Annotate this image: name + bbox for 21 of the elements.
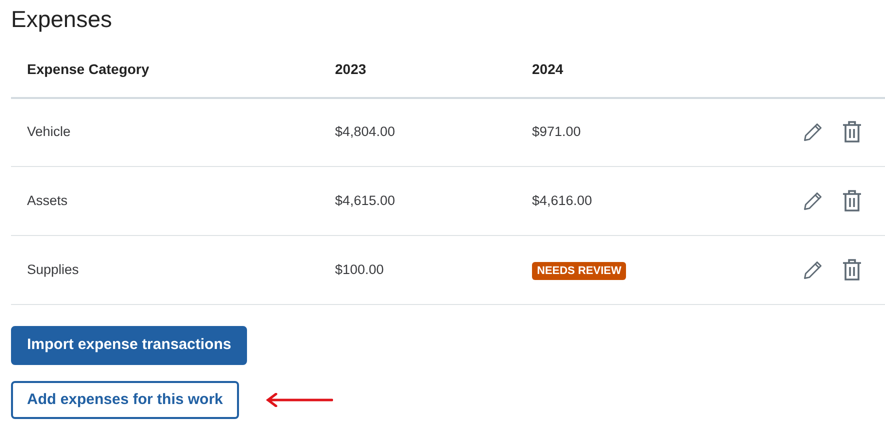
table-cell: $4,615.00 [335, 192, 396, 208]
table-cell: $100.00 [335, 262, 384, 277]
pencil-icon [802, 121, 824, 144]
page-title: Expenses [11, 6, 114, 34]
table-cell: Supplies [27, 262, 79, 277]
table-cell: $4,616.00 [532, 192, 592, 208]
add-expenses-button[interactable]: Add expenses for this work [11, 380, 239, 420]
import-button[interactable]: Import expense transactions [11, 326, 248, 365]
table-cell: $971.00 [532, 124, 581, 140]
trash-icon [842, 258, 862, 282]
pencil-icon [802, 190, 824, 212]
table-cell: Assets [27, 192, 68, 208]
trash-icon [842, 189, 862, 214]
column-header: Expense Category [27, 60, 150, 77]
trash-icon [842, 120, 862, 144]
column-header: 2024 [532, 60, 564, 77]
status-tag: NEEDS REVIEW [532, 262, 626, 280]
pencil-icon [802, 259, 824, 282]
column-header: 2023 [335, 60, 366, 77]
table-cell: $4,804.00 [335, 124, 396, 140]
table-cell: Vehicle [27, 124, 71, 140]
